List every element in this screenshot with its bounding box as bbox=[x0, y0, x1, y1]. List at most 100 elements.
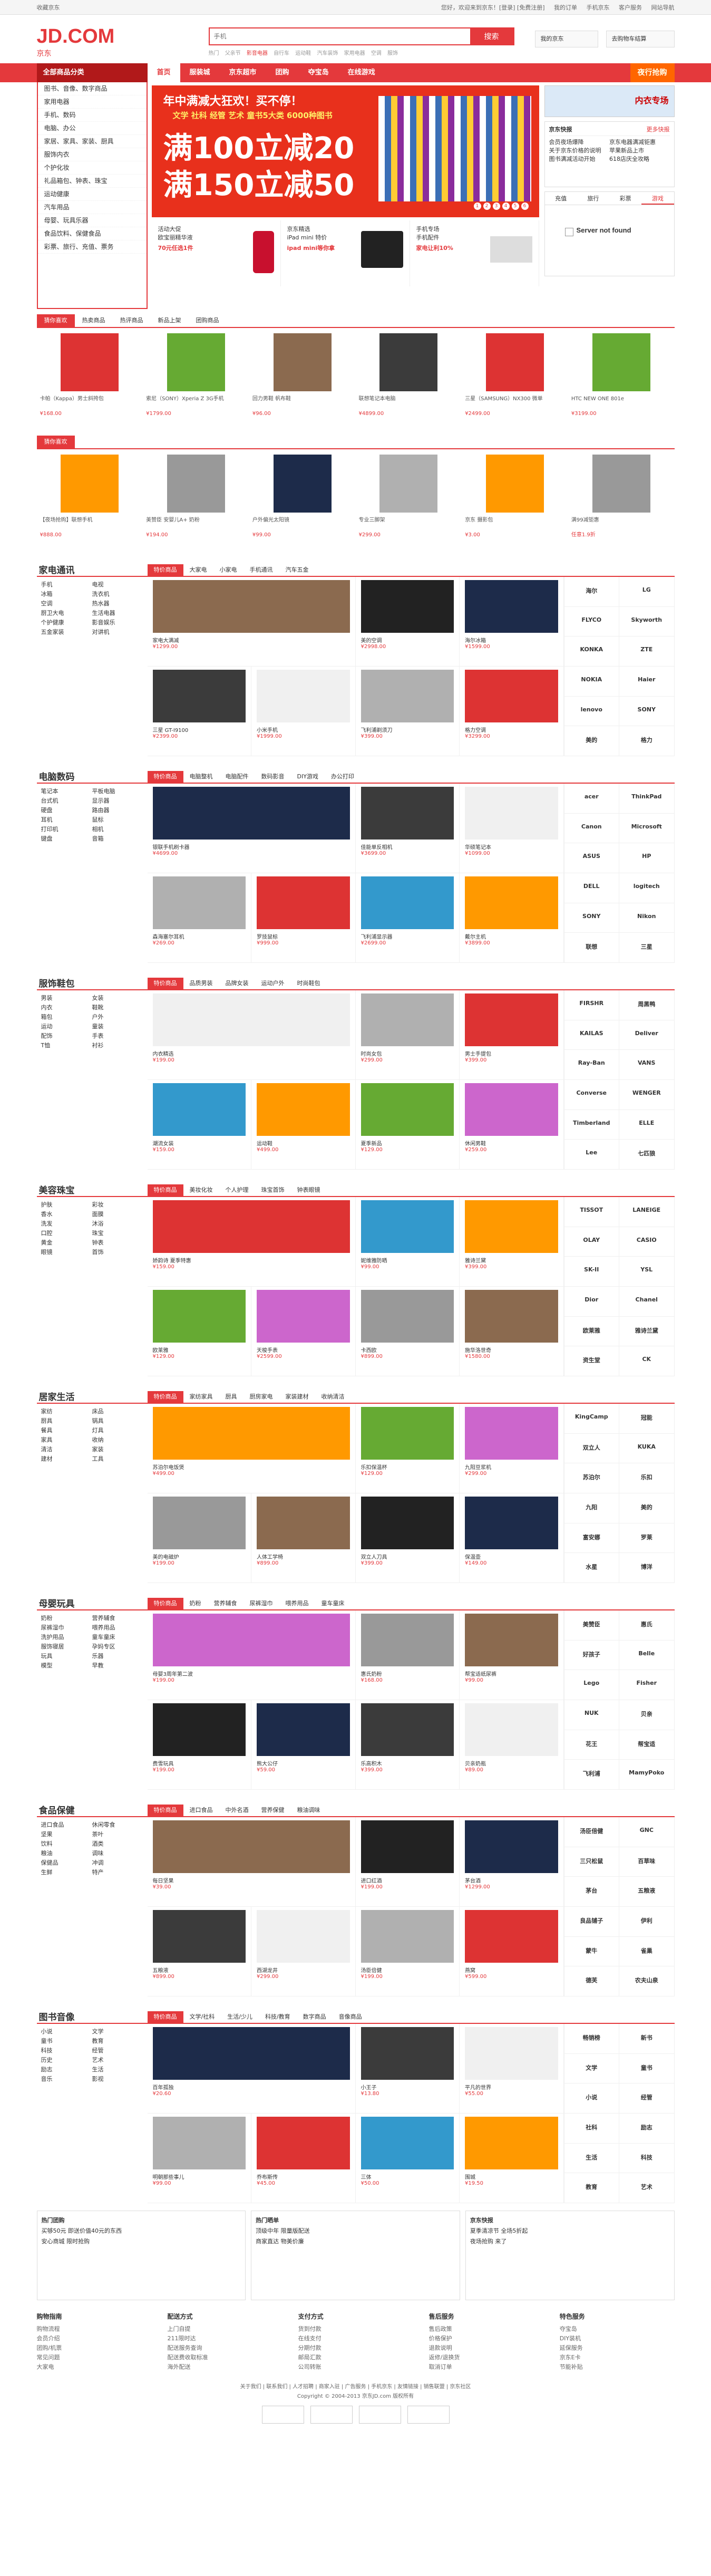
floor-side-link[interactable]: 香水 bbox=[41, 1210, 92, 1219]
nav-clothing[interactable]: 服装城 bbox=[180, 63, 220, 82]
floor-side-link[interactable]: 手机 bbox=[41, 580, 92, 590]
news-item[interactable]: 618店庆全攻略 bbox=[609, 155, 670, 163]
tab-hot[interactable]: 热卖商品 bbox=[75, 314, 113, 327]
floor-side-link[interactable]: 教育 bbox=[92, 2037, 143, 2046]
brand-logo[interactable]: GNC bbox=[619, 1817, 675, 1847]
brand-logo[interactable]: 小说 bbox=[564, 2083, 619, 2114]
brand-logo[interactable]: HP bbox=[619, 843, 675, 873]
product-name[interactable]: 熊大公仔 bbox=[257, 1759, 350, 1767]
floor-side-link[interactable]: 厨具 bbox=[41, 1416, 92, 1426]
brand-logo[interactable]: 格力 bbox=[619, 726, 675, 756]
product-name[interactable]: 满99减钜惠 bbox=[571, 517, 671, 532]
footer-link[interactable]: 在线支付 bbox=[298, 2334, 413, 2343]
floor-side-link[interactable]: 饮料 bbox=[41, 1839, 92, 1849]
floor-product[interactable]: 乐扣保温杯 ¥129.00 bbox=[355, 1404, 460, 1493]
product-card[interactable]: 联想笔记本电脑 ¥4899.00 bbox=[356, 328, 462, 428]
floor-product[interactable]: 妮维雅防晒 ¥99.00 bbox=[355, 1197, 460, 1287]
floor-side-link[interactable]: 茶叶 bbox=[92, 1830, 143, 1839]
floor-side-link[interactable]: 显示器 bbox=[92, 796, 143, 806]
floor-side-link[interactable]: 眼镜 bbox=[41, 1248, 92, 1257]
brand-logo[interactable]: 童书 bbox=[619, 2053, 675, 2084]
floor-product[interactable]: 飞利浦显示器 ¥2699.00 bbox=[355, 873, 460, 963]
brand-logo[interactable]: 美的 bbox=[619, 1493, 675, 1523]
floor-side-link[interactable]: 保健品 bbox=[41, 1858, 92, 1868]
floor-product[interactable]: 美的空调 ¥2998.00 bbox=[355, 577, 460, 667]
brand-logo[interactable]: Skyworth bbox=[619, 606, 675, 637]
floor-tab[interactable]: 品质男装 bbox=[183, 978, 219, 989]
product-name[interactable]: 专业三脚架 bbox=[359, 517, 459, 532]
floor-side-link[interactable]: 早教 bbox=[92, 1661, 143, 1671]
product-name[interactable]: 娇韵诗 夏季特惠 bbox=[153, 1256, 350, 1264]
floor-side-link[interactable]: 童装 bbox=[92, 1022, 143, 1031]
floor-product[interactable]: 罗技鼠标 ¥999.00 bbox=[251, 873, 356, 963]
floor-side-link[interactable]: 服饰寝居 bbox=[41, 1642, 92, 1652]
product-name[interactable]: 西湖龙井 bbox=[257, 1966, 350, 1974]
floor-product[interactable]: 乐高积木 ¥399.00 bbox=[355, 1700, 460, 1790]
product-card[interactable]: 户外偏光太阳镜 ¥99.00 bbox=[249, 449, 356, 549]
nav-supermarket[interactable]: 京东超市 bbox=[220, 63, 266, 82]
floor-side-link[interactable]: 生活电器 bbox=[92, 609, 143, 618]
floor-product[interactable]: 格力空调 ¥3299.00 bbox=[460, 667, 564, 756]
footer-link[interactable]: 团购/机票 bbox=[37, 2343, 152, 2353]
product-name[interactable]: 三星（SAMSUNG）NX300 微单 bbox=[465, 395, 565, 410]
floor-product[interactable]: 惠氏奶粉 ¥168.00 bbox=[355, 1610, 460, 1700]
product-name[interactable]: 乐高积木 bbox=[361, 1759, 454, 1767]
floor-product[interactable]: 银联手机刷卡器 ¥4699.00 bbox=[147, 784, 356, 873]
category-item[interactable]: 母婴、玩具乐器 bbox=[37, 214, 147, 227]
floor-side-link[interactable]: 首饰 bbox=[92, 1248, 143, 1257]
brand-logo[interactable]: WENGER bbox=[619, 1080, 675, 1110]
floor-side-link[interactable]: 手表 bbox=[92, 1031, 143, 1041]
hot-word[interactable]: 汽车装饰 bbox=[317, 51, 338, 56]
sub-banner[interactable]: 手机专场 手机配件 家电让利10% bbox=[410, 220, 539, 286]
floor-side-link[interactable]: 台式机 bbox=[41, 796, 92, 806]
category-item[interactable]: 图书、音像、数字商品 bbox=[37, 82, 147, 95]
floor-tab[interactable]: 钟表眼镜 bbox=[291, 1184, 327, 1196]
product-name[interactable]: 戴尔主机 bbox=[465, 932, 558, 940]
product-name[interactable]: 飞利浦显示器 bbox=[361, 932, 454, 940]
floor-product[interactable]: 男士手提包 ¥399.00 bbox=[460, 990, 564, 1080]
floor-tab[interactable]: 收纳清洁 bbox=[315, 1391, 351, 1403]
product-name[interactable]: 雅诗兰黛 bbox=[465, 1256, 558, 1264]
floor-side-link[interactable]: 打印机 bbox=[41, 825, 92, 834]
floor-side-link[interactable]: 电视 bbox=[92, 580, 143, 590]
floor-product[interactable]: 人体工学椅 ¥899.00 bbox=[251, 1493, 356, 1583]
floor-product[interactable]: 三星 GT-I9100 ¥2399.00 bbox=[147, 667, 251, 756]
product-card[interactable]: 京东 摄影包 ¥3.00 bbox=[462, 449, 568, 549]
floor-product[interactable]: 贝亲奶瓶 ¥89.00 bbox=[460, 1700, 564, 1790]
brand-logo[interactable]: Dior bbox=[564, 1287, 619, 1317]
floor-side-link[interactable]: 奶粉 bbox=[41, 1614, 92, 1623]
floor-side-link[interactable]: 艺术 bbox=[92, 2056, 143, 2065]
product-name[interactable]: 佳能单反相机 bbox=[361, 843, 454, 851]
floor-side-link[interactable]: 平板电脑 bbox=[92, 787, 143, 796]
sub-banner[interactable]: 京东精选 iPad mini 特价 ipad mini等你拿 bbox=[281, 220, 410, 286]
brand-logo[interactable]: ZTE bbox=[619, 636, 675, 667]
floor-tab[interactable]: 特价商品 bbox=[147, 564, 183, 576]
brand-logo[interactable]: 美赞臣 bbox=[564, 1610, 619, 1641]
brand-logo[interactable]: 海尔 bbox=[564, 577, 619, 607]
floor-side-link[interactable]: 衬衫 bbox=[92, 1041, 143, 1050]
brand-logo[interactable]: 茅台 bbox=[564, 1877, 619, 1907]
floor-side-link[interactable]: 励志 bbox=[41, 2065, 92, 2075]
floor-tab[interactable]: 喂养用品 bbox=[279, 1598, 315, 1609]
brand-logo[interactable]: Canon bbox=[564, 813, 619, 844]
floor-product[interactable]: 夏季新品 ¥129.00 bbox=[355, 1080, 460, 1170]
footer-link[interactable]: 返修/退换货 bbox=[429, 2353, 544, 2362]
floor-side-link[interactable]: 沐浴 bbox=[92, 1219, 143, 1229]
brand-logo[interactable]: 欧莱雅 bbox=[564, 1316, 619, 1347]
product-name[interactable]: 汤臣倍健 bbox=[361, 1966, 454, 1974]
floor-product[interactable]: 九阳豆浆机 ¥299.00 bbox=[460, 1404, 564, 1493]
brand-logo[interactable]: SONY bbox=[619, 696, 675, 727]
brand-logo[interactable]: logitech bbox=[619, 873, 675, 903]
product-card[interactable]: 专业三脚架 ¥299.00 bbox=[356, 449, 462, 549]
brand-logo[interactable]: 百草味 bbox=[619, 1847, 675, 1877]
news-more-link[interactable]: 更多快报 bbox=[647, 125, 670, 133]
brand-logo[interactable]: 博洋 bbox=[619, 1553, 675, 1583]
floor-tab[interactable]: 电脑配件 bbox=[219, 771, 255, 783]
floor-product[interactable]: 帮宝适纸尿裤 ¥99.00 bbox=[460, 1610, 564, 1700]
product-name[interactable]: 卡帕（Kappa）男士斜挎包 bbox=[40, 395, 140, 410]
product-name[interactable]: 燕窝 bbox=[465, 1966, 558, 1974]
footer-link[interactable]: 配送服务查询 bbox=[168, 2343, 283, 2353]
floor-tab[interactable]: 数码影音 bbox=[255, 771, 291, 783]
brand-logo[interactable]: 乐扣 bbox=[619, 1463, 675, 1493]
banner-dot[interactable]: 2 bbox=[483, 202, 491, 210]
